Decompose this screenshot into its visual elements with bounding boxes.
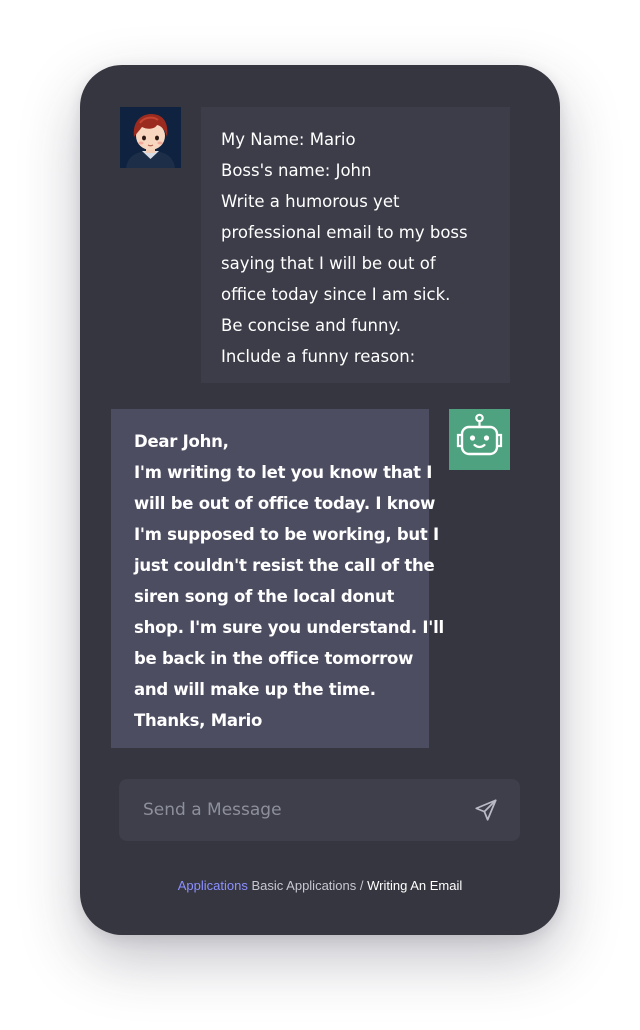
user-avatar-icon (120, 107, 181, 168)
breadcrumb: Applications Basic Applications / Writin… (80, 878, 560, 893)
user-message-line: Boss's name: John (221, 161, 372, 180)
breadcrumb-basic-applications[interactable]: Basic Applications (251, 878, 356, 893)
message-input[interactable] (119, 779, 459, 841)
breadcrumb-applications[interactable]: Applications (178, 878, 248, 893)
bot-message-line: Thanks, Mario (134, 711, 263, 730)
robot-icon (456, 413, 503, 456)
send-button[interactable] (473, 797, 499, 823)
bot-message-bubble: Dear John, I'm writing to let you know t… (111, 409, 444, 748)
bot-message-line: just couldn't resist the call of the (134, 556, 435, 575)
user-message-line: Write a humorous yet (221, 192, 400, 211)
chat-window: My Name: Mario Boss's name: John Write a… (80, 65, 560, 935)
bot-message-line: I'm supposed to be working, but I (134, 525, 439, 544)
bot-avatar (449, 409, 510, 470)
user-message-line: My Name: Mario (221, 130, 356, 149)
user-message-line: office today since I am sick. (221, 285, 451, 304)
bot-message-line: Dear John, (134, 432, 229, 451)
user-avatar (120, 107, 181, 168)
breadcrumb-separator: / (356, 878, 368, 893)
user-message-line: saying that I will be out of (221, 254, 436, 273)
user-message-line: professional email to my boss (221, 223, 468, 242)
user-message-bubble: My Name: Mario Boss's name: John Write a… (201, 107, 510, 383)
send-icon (475, 799, 497, 821)
user-message-line: Include a funny reason: (221, 347, 416, 366)
bot-message-line: will be out of office today. I know (134, 494, 436, 513)
user-message-line: Be concise and funny. (221, 316, 402, 335)
bot-message-line: siren song of the local donut (134, 587, 395, 606)
bot-message-line: shop. I'm sure you understand. I'll (134, 618, 444, 637)
breadcrumb-current-page: Writing An Email (367, 878, 463, 893)
bot-message-line: and will make up the time. (134, 680, 376, 699)
bot-message-line: be back in the office tomorrow (134, 649, 414, 668)
message-composer (119, 779, 520, 841)
bot-message-line: I'm writing to let you know that I (134, 463, 433, 482)
